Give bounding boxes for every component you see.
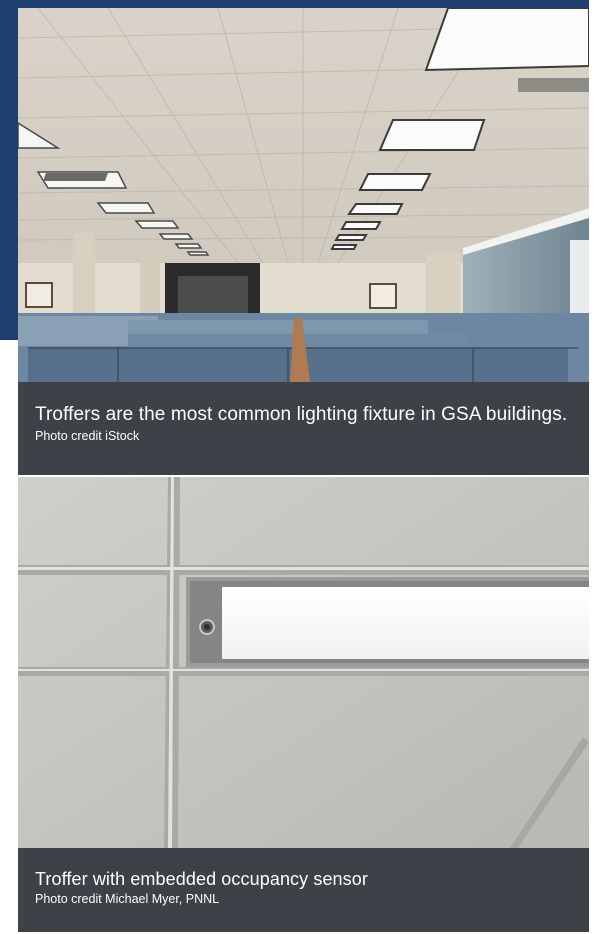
photo-credit: Photo credit Michael Myer, PNNL <box>35 892 220 906</box>
office-troffers-photo <box>18 8 589 382</box>
caption-text: Troffer with embedded occupancy sensor <box>35 869 368 889</box>
caption-text: Troffers are the most common lighting fi… <box>35 404 568 425</box>
photo-credit: Photo credit iStock <box>35 429 140 443</box>
figure-caption: Troffer with embedded occupancy sensor P… <box>18 848 589 932</box>
sensor-photo-illustration <box>18 477 589 848</box>
troffer-sensor-photo <box>18 477 589 848</box>
figure-caption: Troffers are the most common lighting fi… <box>18 382 589 475</box>
office-photo-illustration <box>18 8 589 382</box>
